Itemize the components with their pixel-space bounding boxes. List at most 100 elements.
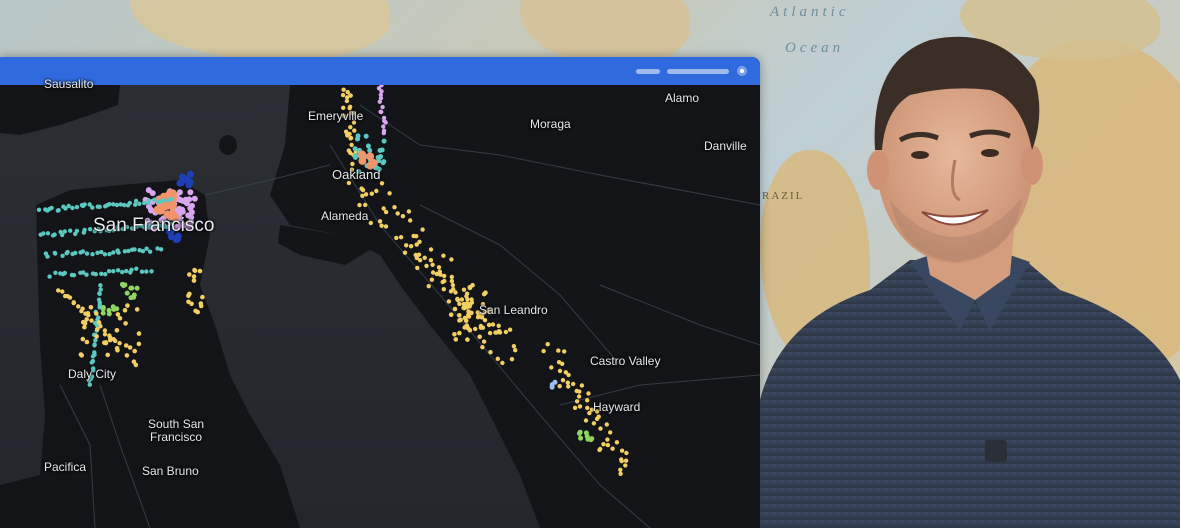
map-data-point xyxy=(176,179,184,187)
map-data-point xyxy=(352,153,358,159)
map-data-point xyxy=(438,272,443,277)
map-data-point xyxy=(408,244,414,249)
map-data-point xyxy=(618,467,623,472)
map-data-point xyxy=(417,258,423,263)
bay-area-map xyxy=(0,83,760,528)
map-data-point xyxy=(422,255,427,260)
map-data-point xyxy=(200,294,205,300)
titlebar-control-1[interactable] xyxy=(636,69,660,74)
map-data-point xyxy=(381,130,386,136)
map-data-point xyxy=(84,272,89,277)
map-data-point xyxy=(66,203,71,209)
map-data-point xyxy=(587,410,592,416)
map-data-point xyxy=(352,146,358,152)
map-data-point xyxy=(41,231,46,236)
map-data-point xyxy=(62,270,67,276)
map-data-point xyxy=(578,435,584,441)
map-data-point xyxy=(467,301,473,307)
map-data-point xyxy=(113,338,118,344)
map-data-point xyxy=(117,316,123,321)
map-data-point xyxy=(115,312,121,317)
map-data-point xyxy=(357,202,362,208)
map-data-point xyxy=(76,304,81,309)
map-data-point xyxy=(97,204,102,209)
label-daly-city: Daly City xyxy=(68,367,117,381)
map-data-point xyxy=(133,202,138,207)
map-data-point xyxy=(106,307,112,313)
map-data-point xyxy=(78,352,84,357)
label-south-san-francisco-2: Francisco xyxy=(150,430,203,444)
map-data-point xyxy=(406,209,412,214)
map-data-point xyxy=(457,313,462,318)
map-data-point xyxy=(450,282,456,288)
map-data-point xyxy=(358,150,367,159)
map-data-point xyxy=(449,274,454,280)
map-data-point xyxy=(84,251,90,256)
map-data-point xyxy=(122,308,128,313)
map-data-point xyxy=(47,274,52,279)
map-data-point xyxy=(136,341,142,347)
map-data-point xyxy=(121,283,127,289)
map-data-point xyxy=(379,109,384,115)
map-data-point xyxy=(142,200,147,206)
map-data-point xyxy=(594,416,600,421)
map-data-point xyxy=(114,346,120,351)
map-data-point xyxy=(88,227,93,232)
map-data-point xyxy=(111,269,116,274)
map-data-point xyxy=(576,431,582,436)
map-data-point xyxy=(45,231,51,236)
map-data-point xyxy=(429,277,435,282)
titlebar-control-2[interactable] xyxy=(667,69,729,74)
map-data-point xyxy=(146,198,151,203)
map-data-point xyxy=(404,243,409,248)
map-data-point xyxy=(395,211,400,216)
map-data-point xyxy=(340,92,346,98)
map-data-point xyxy=(365,143,371,149)
map-data-point xyxy=(117,341,122,346)
map-data-point xyxy=(381,138,387,144)
map-data-point xyxy=(591,421,597,426)
map-data-point xyxy=(369,158,378,167)
map-data-point xyxy=(189,202,195,209)
map-data-point xyxy=(414,242,419,247)
map-data-point xyxy=(562,349,567,354)
map-data-point xyxy=(71,273,77,278)
map-data-point xyxy=(605,437,610,442)
map-data-point xyxy=(124,290,130,296)
map-data-point xyxy=(480,345,485,350)
map-data-point xyxy=(94,311,99,316)
map-data-point xyxy=(140,249,146,254)
map-data-point xyxy=(430,262,435,267)
map-data-point xyxy=(461,301,467,307)
map-data-point xyxy=(86,313,91,318)
map-data-point xyxy=(115,268,121,273)
map-data-point xyxy=(341,87,346,92)
map-data-point xyxy=(87,382,93,387)
map-data-point xyxy=(152,197,157,202)
map-data-point xyxy=(95,327,100,332)
map-data-point xyxy=(100,310,106,316)
map-data-point xyxy=(379,223,384,228)
map-data-point xyxy=(375,155,381,160)
map-data-point xyxy=(583,418,589,423)
map-data-point xyxy=(70,205,75,211)
map-data-point xyxy=(441,253,446,258)
map-data-point xyxy=(79,309,84,314)
map-data-point xyxy=(74,204,80,210)
map-data-point xyxy=(488,350,493,355)
map-data-point xyxy=(576,394,582,399)
label-pacifica: Pacifica xyxy=(44,460,87,474)
map-data-point xyxy=(360,187,366,193)
map-data-point xyxy=(402,250,408,255)
map-data-point xyxy=(452,306,458,312)
map-data-point xyxy=(111,250,116,255)
map-data-point xyxy=(191,278,197,283)
map-data-point xyxy=(98,283,103,288)
map-data-point xyxy=(466,309,471,314)
titlebar-dot-icon[interactable] xyxy=(737,66,747,76)
map-data-point xyxy=(398,235,404,240)
map-data-point xyxy=(549,382,555,388)
map-canvas[interactable]: Sausalito Emeryville Alamo Moraga Danvil… xyxy=(0,77,760,528)
map-data-point xyxy=(134,285,140,291)
map-data-point xyxy=(436,265,442,270)
